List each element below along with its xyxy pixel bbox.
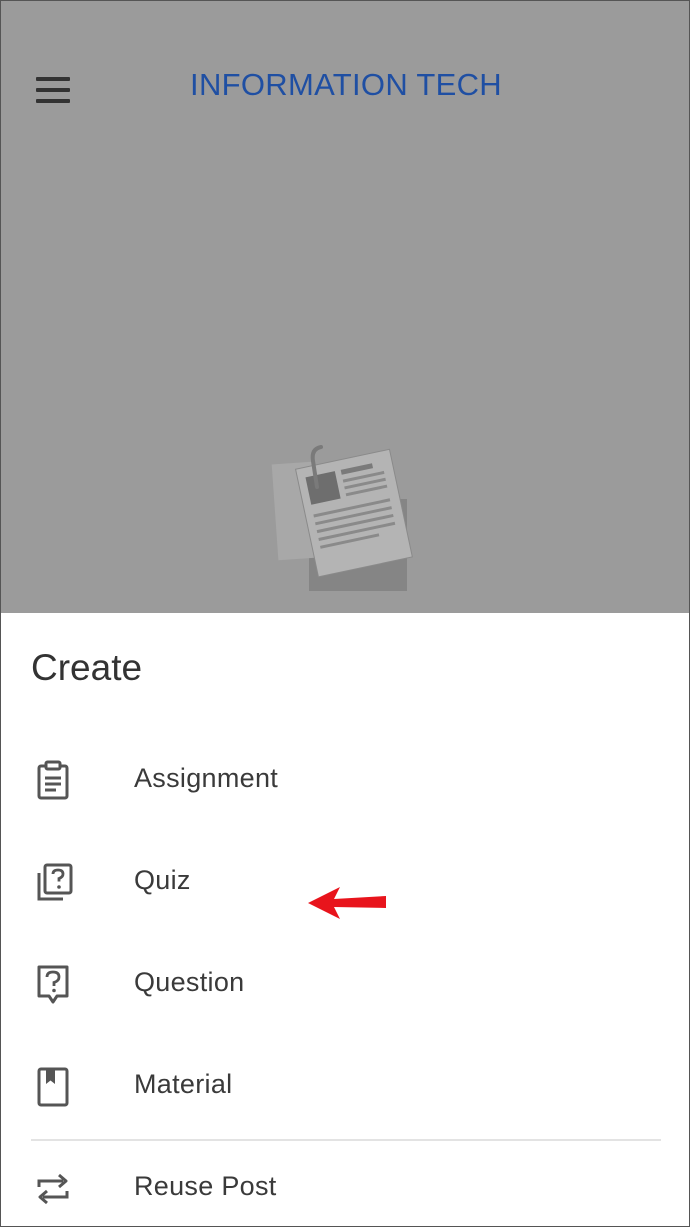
option-label-material: Material (134, 1069, 233, 1099)
assignment-icon (37, 760, 69, 800)
option-label-quiz: Quiz (134, 865, 191, 895)
create-assignment-option[interactable]: Assignment (1, 737, 689, 919)
option-label-assignment: Assignment (134, 763, 279, 793)
sheet-divider (31, 1139, 661, 1141)
class-title: INFORMATION TECH (190, 67, 502, 102)
reuse-post-option[interactable]: Reuse Post (1, 1145, 689, 1226)
quiz-icon (37, 863, 73, 901)
reuse-icon (37, 1173, 69, 1205)
create-question-option[interactable]: Question (1, 941, 689, 1031)
option-label-question: Question (134, 967, 245, 997)
option-label-reuse-post: Reuse Post (134, 1171, 277, 1201)
question-icon (37, 965, 69, 1004)
create-bottom-sheet: Create Assignment Quiz Question Material… (1, 613, 689, 1226)
create-material-option[interactable]: Material (1, 1043, 689, 1133)
material-icon (37, 1067, 69, 1107)
app-screen: INFORMATION TECH Create Assignment Quiz … (0, 0, 690, 1227)
sheet-title: Create (31, 647, 143, 688)
dimmed-backdrop[interactable]: INFORMATION TECH (1, 1, 689, 613)
create-quiz-option[interactable]: Quiz (1, 839, 689, 929)
empty-stream-illustration-icon (271, 445, 413, 591)
